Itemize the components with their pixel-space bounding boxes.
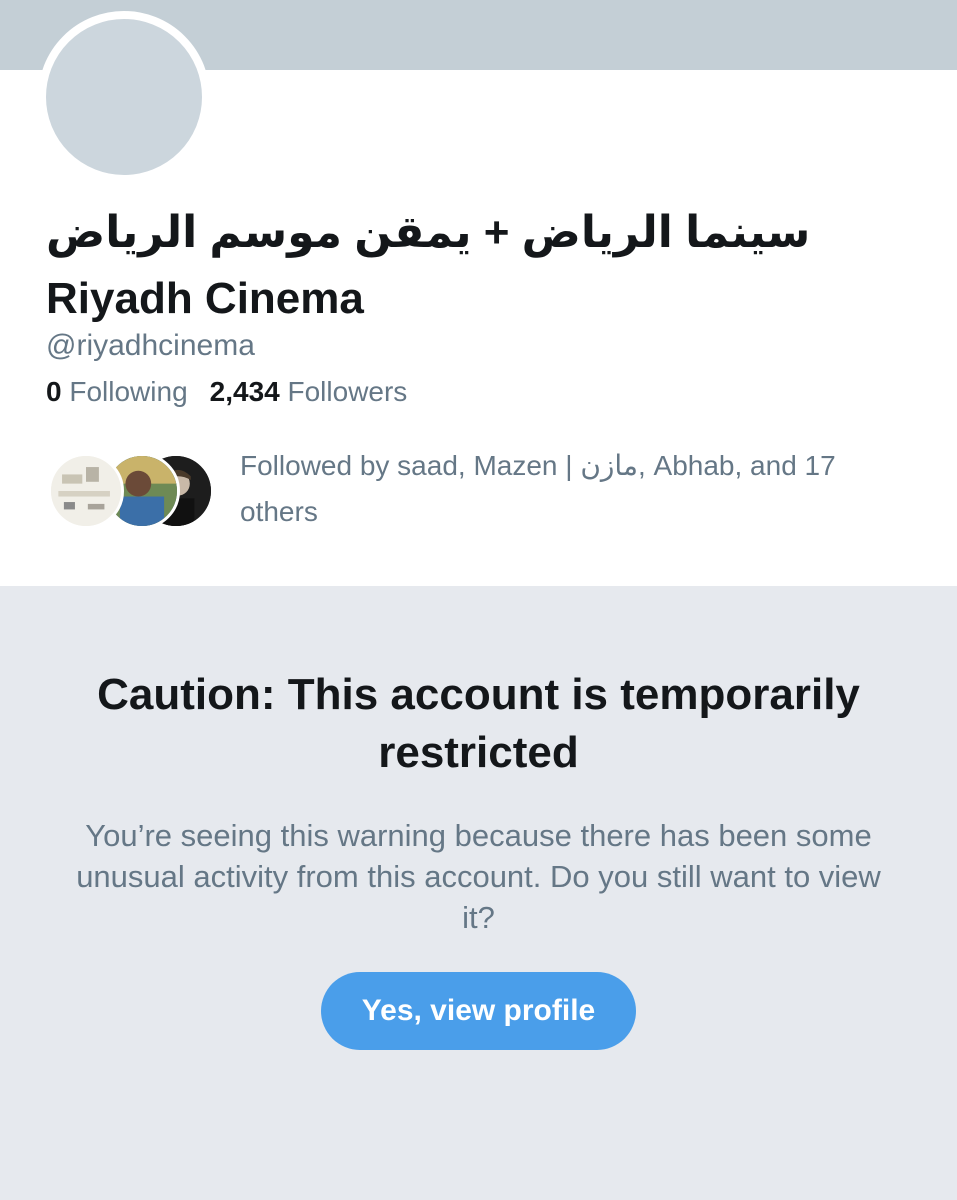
profile-name-latin: Riyadh Cinema bbox=[46, 274, 364, 323]
followers-label: Followers bbox=[287, 376, 408, 407]
followed-by-facepile[interactable] bbox=[48, 453, 218, 529]
profile-name-arabic: سينما الرياض + يمقن موسم الرياض bbox=[46, 208, 811, 257]
followed-by-text[interactable]: Followed by saad, Mazen | مازن, Abhab, a… bbox=[240, 443, 920, 535]
follower-avatar bbox=[48, 453, 124, 529]
following-label: Following bbox=[69, 376, 188, 407]
followers-link[interactable]: 2,434 Followers bbox=[210, 376, 408, 407]
profile-name: سينما الرياض + يمقن موسم الرياض Riyadh C… bbox=[46, 200, 926, 332]
followers-count: 2,434 bbox=[209, 376, 280, 407]
avatar[interactable] bbox=[38, 11, 210, 183]
warning-body: You’re seeing this warning because there… bbox=[76, 818, 881, 935]
following-count: 0 bbox=[46, 376, 62, 407]
following-link[interactable]: 0 Following bbox=[46, 376, 188, 407]
follow-counts: 0 Following 2,434 Followers bbox=[46, 373, 407, 411]
view-profile-button[interactable]: Yes, view profile bbox=[321, 972, 636, 1050]
profile-handle: @riyadhcinema bbox=[46, 329, 255, 362]
warning-title: Caution: This account is temporarily res… bbox=[97, 670, 860, 777]
